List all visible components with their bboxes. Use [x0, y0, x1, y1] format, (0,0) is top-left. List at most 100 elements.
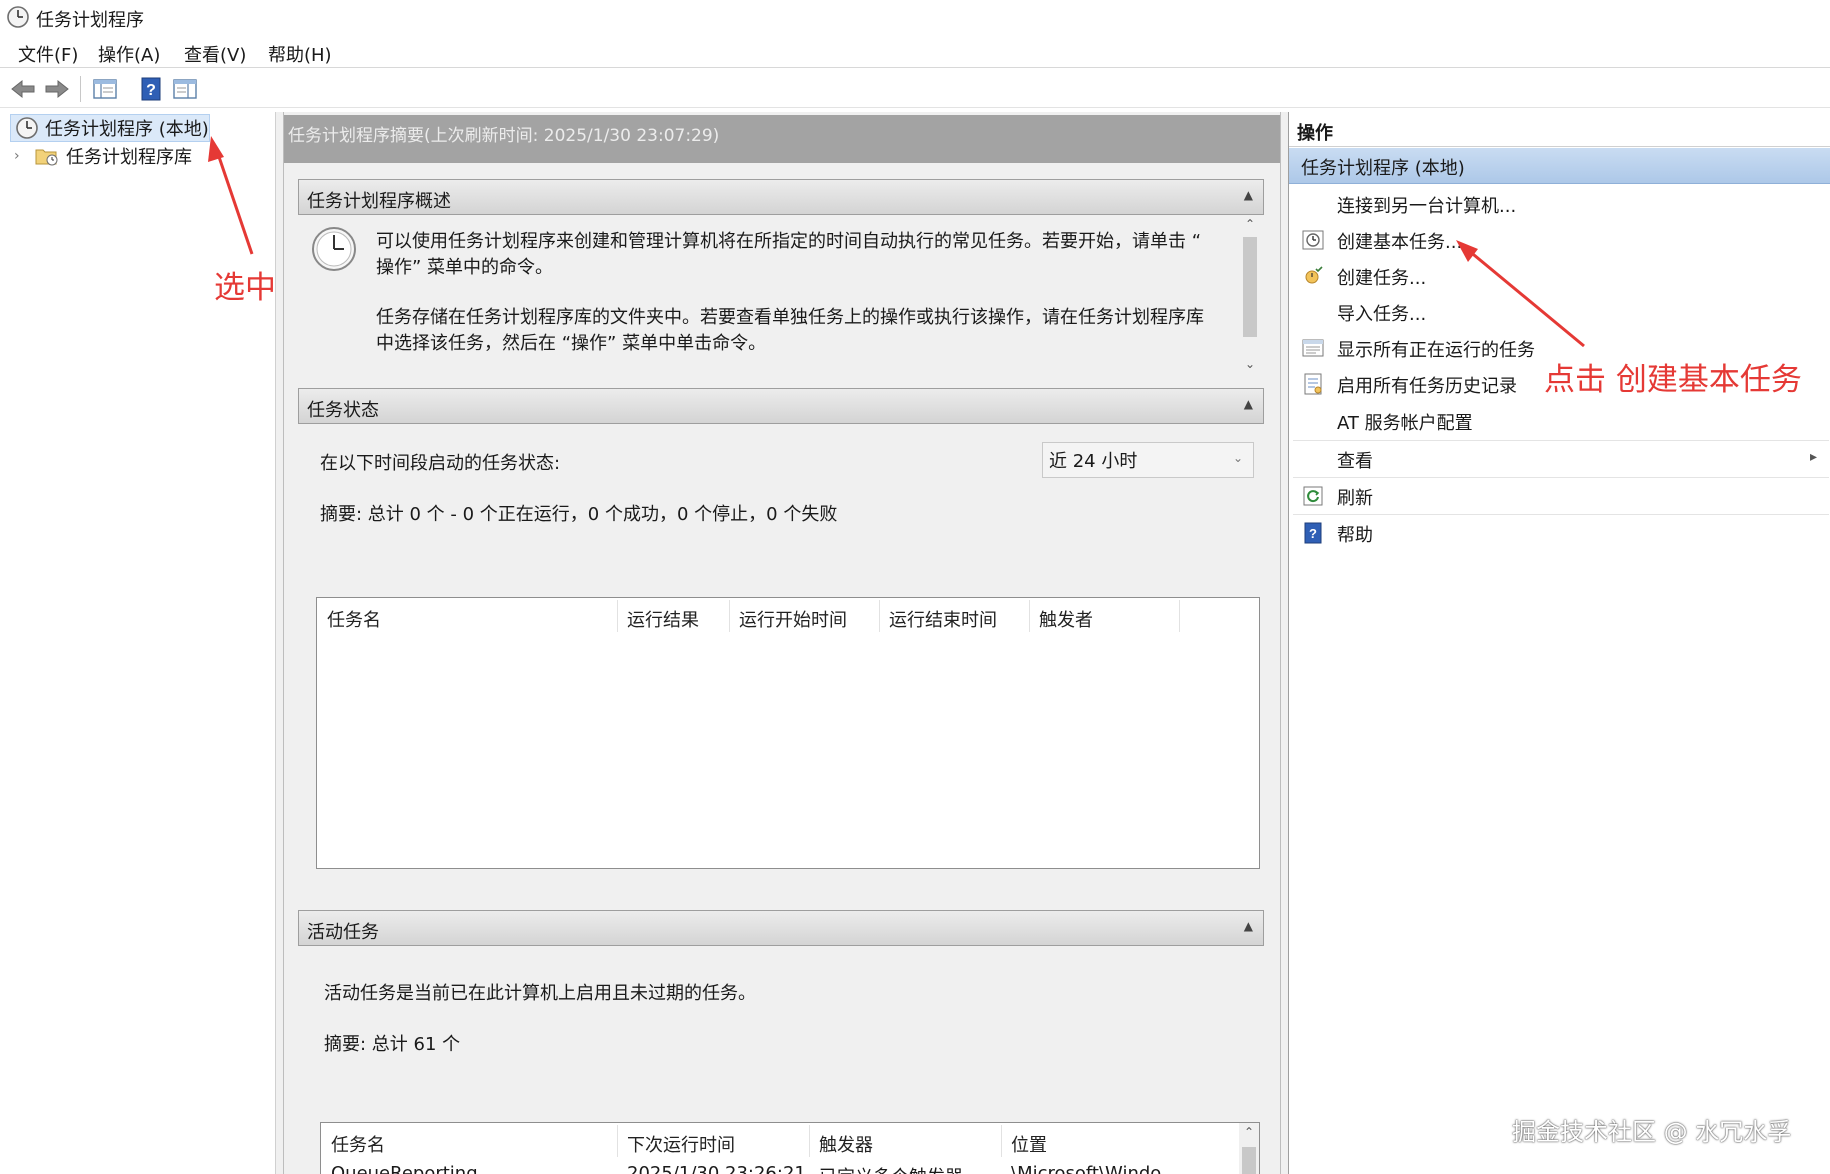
watermark: 掘金技术社区 @ 水冗水孚 [1512, 1118, 1792, 1146]
help-icon: ? [1304, 522, 1322, 544]
action-refresh[interactable]: 刷新 [1289, 478, 1830, 514]
running-tasks-icon [1302, 339, 1324, 357]
submenu-arrow-icon: ▸ [1809, 449, 1817, 465]
section-task-status-header[interactable]: 任务状态 ▲ [298, 388, 1264, 424]
action-label: AT 服务帐户配置 [1337, 413, 1473, 434]
task-status-table[interactable]: 任务名 运行结果 运行开始时间 运行结束时间 触发者 [316, 597, 1260, 869]
action-connect-computer[interactable]: 连接到另一台计算机... [1289, 186, 1830, 222]
column-separator[interactable] [729, 600, 730, 632]
column-header[interactable]: 下次运行时间 [627, 1131, 735, 1157]
scroll-up-icon[interactable]: ⌃ [1240, 217, 1260, 231]
overview-body: 可以使用任务计划程序来创建和管理计算机将在所指定的时间自动执行的常见任务。若要开… [298, 215, 1264, 381]
chevron-right-icon[interactable]: › [14, 148, 34, 164]
table-row[interactable]: QueueReporting 2025/1/30 23:26:21 已定义多个触… [321, 1163, 1231, 1174]
refresh-icon [1303, 486, 1323, 506]
action-import-task[interactable]: 导入任务... [1289, 294, 1830, 330]
column-header[interactable]: 运行开始时间 [739, 606, 847, 632]
actions-group-header[interactable]: 任务计划程序 (本地) [1289, 148, 1830, 184]
show-hide-action-pane-button[interactable] [170, 74, 200, 104]
cell-next-run: 2025/1/30 23:26:21 [627, 1163, 806, 1174]
overview-paragraph-2-line-1: 任务存储在任务计划程序库的文件夹中。若要查看单独任务上的操作或执行该操作，请在任… [376, 307, 1204, 328]
clock-icon [16, 117, 38, 139]
collapse-icon[interactable]: ▲ [1244, 188, 1253, 202]
action-label: 启用所有任务历史记录 [1337, 376, 1517, 397]
action-view[interactable]: 查看 ▸ [1289, 441, 1830, 477]
column-separator[interactable] [617, 600, 618, 632]
section-title: 任务计划程序概述 [307, 191, 451, 212]
cell-task-name: QueueReporting [331, 1163, 478, 1174]
tree-item-label: 任务计划程序库 [66, 147, 192, 168]
pane-splitter-right[interactable] [1280, 112, 1288, 1174]
action-create-basic-task[interactable]: 创建基本任务... [1289, 222, 1830, 258]
action-label: 查看 [1337, 451, 1373, 472]
section-active-tasks-header[interactable]: 活动任务 ▲ [298, 910, 1264, 946]
action-help[interactable]: ? 帮助 [1289, 515, 1830, 551]
column-separator[interactable] [1001, 1125, 1002, 1157]
section-overview-header[interactable]: 任务计划程序概述 ▲ [298, 179, 1264, 215]
task-history-icon [1304, 373, 1322, 395]
column-separator[interactable] [879, 600, 880, 632]
column-header[interactable]: 触发者 [1039, 606, 1093, 632]
scroll-down-icon[interactable]: ⌄ [1240, 357, 1260, 371]
annotation-select-text: 选中 [214, 270, 276, 306]
status-period-select[interactable]: 近 24 小时 ⌄ [1042, 442, 1254, 478]
column-separator[interactable] [1029, 600, 1030, 632]
svg-text:?: ? [146, 82, 156, 99]
active-tasks-scrollbar[interactable]: ⌃ [1239, 1123, 1259, 1174]
forward-icon [45, 79, 69, 99]
action-label: 创建任务... [1337, 268, 1427, 289]
pane-splitter-left[interactable] [276, 112, 284, 1174]
actions-pane: 操作 任务计划程序 (本地) 连接到另一台计算机... 创建基本任务... 创建… [1288, 112, 1830, 1174]
annotation-click-create-text: 点击 创建基本任务 [1544, 362, 1802, 398]
show-hide-console-tree-button[interactable] [90, 74, 120, 104]
help-button[interactable]: ? [136, 74, 166, 104]
action-label: 创建基本任务... [1337, 232, 1463, 253]
status-summary: 摘要: 总计 0 个 - 0 个正在运行，0 个成功，0 个停止，0 个失败 [320, 504, 838, 525]
column-separator[interactable] [617, 1125, 618, 1157]
summary-pane: 任务计划程序摘要(上次刷新时间: 2025/1/30 23:07:29) 任务计… [284, 112, 1280, 1174]
back-button[interactable] [8, 74, 38, 104]
summary-header: 任务计划程序摘要(上次刷新时间: 2025/1/30 23:07:29) [284, 115, 1280, 163]
column-header[interactable]: 位置 [1011, 1131, 1047, 1157]
section-title: 活动任务 [307, 922, 379, 943]
collapse-icon[interactable]: ▲ [1244, 397, 1253, 411]
status-period-label: 在以下时间段启动的任务状态: [320, 453, 561, 474]
column-header[interactable]: 任务名 [331, 1131, 385, 1157]
menu-file[interactable]: 文件(F) [18, 41, 78, 67]
action-label: 连接到另一台计算机... [1337, 196, 1517, 217]
cell-trigger: 已定义多个触发器 [819, 1163, 963, 1174]
column-separator[interactable] [1179, 600, 1180, 632]
select-value: 近 24 小时 [1049, 451, 1138, 472]
action-label: 刷新 [1337, 488, 1373, 509]
column-header[interactable]: 触发器 [819, 1131, 873, 1157]
column-header[interactable]: 运行结果 [627, 606, 699, 632]
folder-clock-icon [35, 149, 58, 166]
column-header[interactable]: 运行结束时间 [889, 606, 997, 632]
overview-scrollbar[interactable]: ⌃ ⌄ [1240, 215, 1260, 381]
toolbar-separator [80, 76, 81, 102]
action-pane-icon [173, 79, 197, 99]
tree-item-task-scheduler-local[interactable]: 任务计划程序 (本地) [10, 114, 210, 142]
action-at-service-account[interactable]: AT 服务帐户配置 [1289, 403, 1830, 439]
scroll-up-icon[interactable]: ⌃ [1239, 1125, 1259, 1139]
active-tasks-table[interactable]: 任务名 下次运行时间 触发器 位置 QueueReporting 2025/1/… [320, 1122, 1260, 1174]
menu-action[interactable]: 操作(A) [98, 41, 160, 67]
active-tasks-summary: 摘要: 总计 61 个 [324, 1034, 461, 1055]
forward-button[interactable] [42, 74, 72, 104]
window-title: 任务计划程序 [36, 10, 144, 31]
create-basic-task-icon [1302, 230, 1324, 250]
tree-item-task-library[interactable]: › 任务计划程序库 [14, 142, 244, 170]
collapse-icon[interactable]: ▲ [1244, 919, 1253, 933]
scroll-thumb[interactable] [1242, 1147, 1256, 1174]
scroll-thumb[interactable] [1243, 237, 1257, 337]
action-label: 显示所有正在运行的任务 [1337, 340, 1535, 361]
column-separator[interactable] [809, 1125, 810, 1157]
column-header[interactable]: 任务名 [327, 606, 381, 632]
chevron-down-icon: ⌄ [1232, 451, 1243, 465]
actions-title: 操作 [1297, 123, 1333, 144]
action-create-task[interactable]: 创建任务... [1289, 258, 1830, 294]
tree-item-label: 任务计划程序 (本地) [45, 119, 209, 140]
menu-view[interactable]: 查看(V) [184, 41, 246, 67]
menu-help[interactable]: 帮助(H) [268, 41, 332, 67]
menu-bar: 文件(F) 操作(A) 查看(V) 帮助(H) [0, 36, 1830, 68]
